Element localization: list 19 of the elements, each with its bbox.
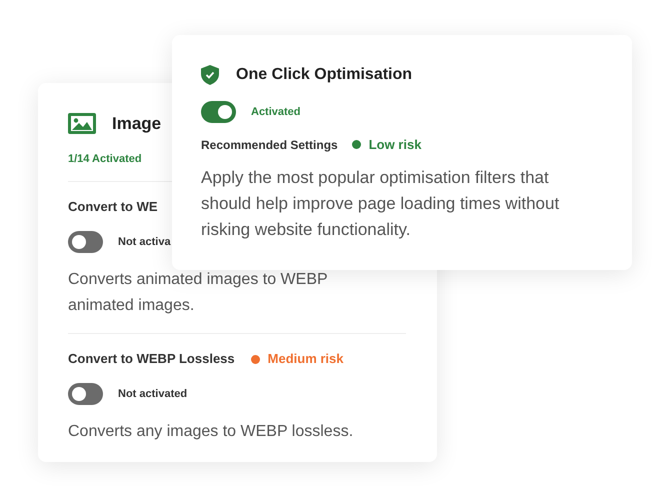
card-title: Image xyxy=(112,113,162,135)
setting-description: Converts any images to WEBP lossless. xyxy=(68,422,354,442)
shield-check-icon xyxy=(201,65,219,85)
card-title: One Click Optimisation xyxy=(236,65,412,85)
toggle-status: Activated xyxy=(251,104,301,120)
toggle-status: Not activated xyxy=(118,386,188,402)
section-label: Recommended Settings xyxy=(201,136,338,154)
image-icon xyxy=(68,113,96,134)
activated-count: 1/14 Activated xyxy=(68,152,143,166)
risk-level: Low risk xyxy=(368,136,422,154)
toggle-switch[interactable] xyxy=(201,101,236,123)
card-description: Apply the most popular optimisation filters that should help improve page loading times without risking website functionality. xyxy=(201,166,560,240)
toggle-status: Not activa xyxy=(118,234,171,250)
risk-level: Medium risk xyxy=(268,350,344,368)
setting-label: Convert to WEBP Lossless xyxy=(68,350,235,368)
toggle-switch[interactable] xyxy=(68,383,103,405)
setting-description: Converts animated images to WEBP animated images. xyxy=(68,270,328,316)
toggle-switch[interactable] xyxy=(68,231,103,253)
setting-label: Convert to WE xyxy=(68,198,158,216)
